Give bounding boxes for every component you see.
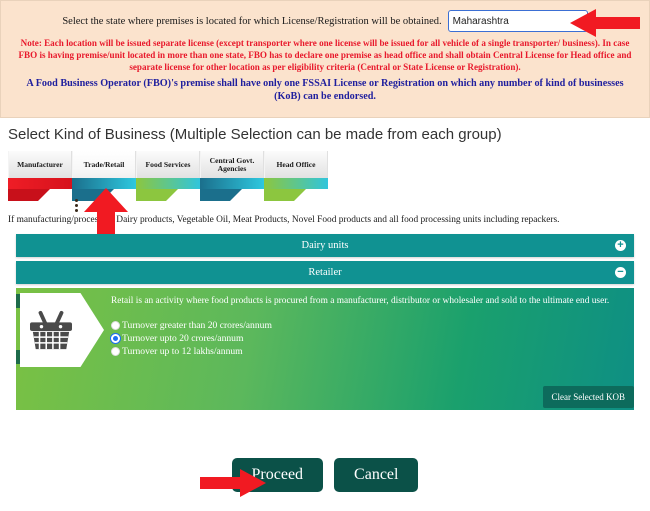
option-turnover-upto-20cr[interactable]: Turnover upto 20 crores/annum (111, 333, 272, 344)
accordion-header-retailer[interactable]: Retailer − (16, 261, 634, 284)
kob-tab-strip: Manufacturer Trade/Retail Food Services … (8, 151, 328, 212)
note-red-text: Note: Each location will be issued separ… (18, 38, 632, 72)
tab-head-office-label: Head Office (276, 159, 316, 169)
tab-central-govt-agencies-label: Central Govt. Agencies (209, 155, 255, 173)
notice-panel: Select the state where premises is locat… (0, 0, 650, 118)
state-prompt-label: Select the state where premises is locat… (62, 15, 442, 27)
tab-head-office-band (264, 178, 328, 189)
plus-circle-icon[interactable]: + (615, 240, 626, 251)
note-blue-text: A Food Business Operator (FBO)'s premise… (26, 78, 624, 103)
accordion-panel-retailer: Retail is an activity where food product… (16, 288, 634, 410)
tab-trade-retail-label: Trade/Retail (83, 159, 125, 169)
tab-head-office-cap: Head Office (264, 151, 328, 178)
vertical-dots-icon (75, 199, 78, 212)
turnover-options: Turnover greater than 20 crores/annum Tu… (111, 320, 272, 359)
shopping-basket-icon (30, 310, 72, 350)
proceed-button[interactable]: Proceed (231, 458, 324, 493)
manufacturing-sub-note: If manufacturing/processing Dairy produc… (8, 215, 560, 225)
tab-trade-retail[interactable]: Trade/Retail (72, 151, 136, 201)
option-turnover-upto-12lakh[interactable]: Turnover up to 12 lakhs/annum (111, 346, 272, 357)
radio-icon-selected[interactable] (111, 334, 120, 343)
kob-accordion: Dairy units + Retailer − Retail is an ac… (16, 234, 634, 410)
tab-central-govt-agencies-foot (200, 189, 264, 201)
state-select[interactable]: Maharashtra ▾ (447, 10, 588, 32)
radio-icon[interactable] (111, 321, 120, 330)
tab-manufacturer-label: Manufacturer (17, 159, 63, 169)
panel-description: Retail is an activity where food product… (111, 296, 610, 306)
tab-central-govt-agencies-cap: Central Govt. Agencies (200, 151, 264, 178)
tab-food-services-band (136, 178, 200, 189)
tab-food-services-label: Food Services (145, 159, 191, 169)
tab-food-services[interactable]: Food Services (136, 151, 200, 201)
tab-trade-retail-cap: Trade/Retail (72, 151, 136, 178)
tab-manufacturer[interactable]: Manufacturer (8, 151, 72, 201)
tab-manufacturer-foot (8, 189, 72, 201)
form-actions: Proceed Cancel (0, 458, 650, 493)
tab-head-office-foot (264, 189, 328, 201)
option-turnover-upto-20cr-label: Turnover upto 20 crores/annum (122, 333, 244, 344)
state-selection-row: Select the state where premises is locat… (9, 7, 641, 32)
tab-manufacturer-band (8, 178, 72, 189)
chevron-down-icon: ▾ (578, 15, 583, 26)
cancel-button[interactable]: Cancel (334, 458, 419, 493)
tab-manufacturer-cap: Manufacturer (8, 151, 72, 178)
tab-trade-retail-foot (72, 189, 136, 201)
state-select-value: Maharashtra (452, 15, 509, 27)
minus-circle-icon[interactable]: − (615, 267, 626, 278)
panel-icon-badge (20, 293, 104, 367)
option-turnover-upto-12lakh-label: Turnover up to 12 lakhs/annum (122, 346, 243, 357)
accordion-header-dairy-units[interactable]: Dairy units + (16, 234, 634, 257)
tab-trade-retail-band (72, 178, 136, 189)
clear-selected-kob-button[interactable]: Clear Selected KOB (542, 386, 634, 408)
option-turnover-above-20cr-label: Turnover greater than 20 crores/annum (122, 320, 272, 331)
tab-central-govt-agencies[interactable]: Central Govt. Agencies (200, 151, 264, 201)
page-title: Select Kind of Business (Multiple Select… (8, 126, 502, 143)
tab-central-govt-agencies-band (200, 178, 264, 189)
option-turnover-above-20cr[interactable]: Turnover greater than 20 crores/annum (111, 320, 272, 331)
accordion-header-dairy-units-label: Dairy units (301, 240, 349, 251)
tab-head-office[interactable]: Head Office (264, 151, 328, 201)
tab-food-services-cap: Food Services (136, 151, 200, 178)
tab-food-services-foot (136, 189, 200, 201)
accordion-header-retailer-label: Retailer (308, 267, 342, 278)
radio-icon[interactable] (111, 347, 120, 356)
